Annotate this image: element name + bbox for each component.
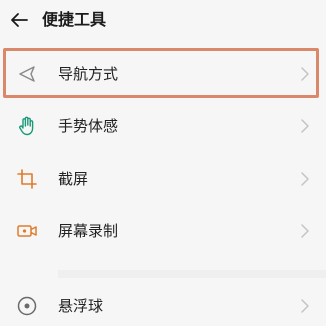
arrow-left-icon: [11, 13, 28, 27]
list-item-label: 屏幕录制: [58, 222, 119, 240]
list-item-screen-record[interactable]: 屏幕录制: [0, 205, 326, 257]
chevron-right-icon: [300, 298, 310, 314]
list-item-screenshot[interactable]: 截屏: [0, 153, 326, 205]
crop-screenshot-icon: [16, 168, 38, 190]
settings-screen: 便捷工具 导航方式 手势体感 截屏 屏幕录制 悬浮球: [0, 0, 326, 326]
list-item-gestures[interactable]: 手势体感: [0, 100, 326, 152]
list-item-label: 截屏: [58, 170, 89, 188]
page-title: 便捷工具: [42, 10, 107, 29]
screen-record-icon: [16, 220, 38, 242]
hand-gesture-icon: [16, 115, 38, 137]
chevron-right-icon: [300, 171, 310, 187]
list-item-label: 悬浮球: [58, 297, 104, 315]
section-divider: [58, 270, 326, 278]
chevron-right-icon: [300, 223, 310, 239]
chevron-right-icon: [300, 66, 310, 82]
list-item-navigation[interactable]: 导航方式: [0, 48, 326, 100]
header: 便捷工具: [0, 0, 326, 44]
back-button[interactable]: [8, 9, 30, 31]
list-item-floating-ball[interactable]: 悬浮球: [0, 280, 326, 326]
list-item-label: 手势体感: [58, 117, 119, 135]
chevron-right-icon: [300, 118, 310, 134]
navigation-triangle-icon: [16, 63, 38, 85]
floating-ball-icon: [16, 295, 38, 317]
list-item-label: 导航方式: [58, 65, 119, 83]
